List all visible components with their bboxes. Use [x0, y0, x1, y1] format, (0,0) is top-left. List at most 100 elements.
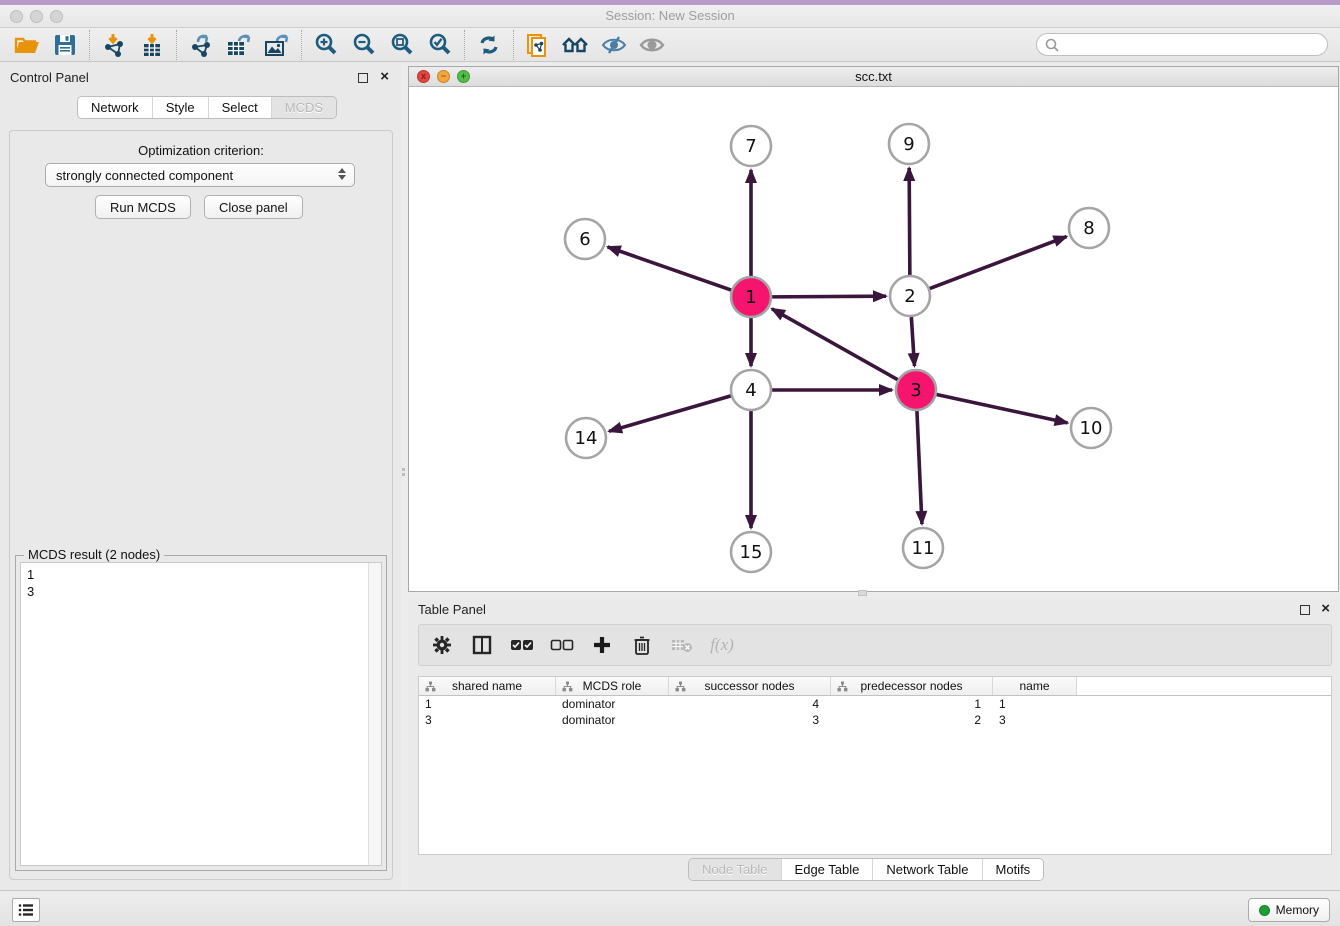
column-header-predecessor-nodes[interactable]: predecessor nodes	[831, 677, 993, 695]
tab-edge-table[interactable]: Edge Table	[781, 859, 873, 880]
zoom-out-button[interactable]	[345, 30, 383, 60]
main-toolbar	[0, 28, 1340, 62]
memory-button[interactable]: Memory	[1248, 898, 1330, 922]
node-table[interactable]: shared name MCDS role	[418, 676, 1332, 855]
column-header-shared-name[interactable]: shared name	[419, 677, 556, 695]
column-header-successor-nodes[interactable]: successor nodes	[669, 677, 831, 695]
graph-node-label: 3	[910, 380, 921, 401]
eye-icon	[638, 33, 666, 57]
columns-icon	[472, 635, 492, 655]
export-network-button[interactable]	[182, 30, 220, 60]
attribute-icon	[562, 681, 573, 692]
unchecked-boxes-icon	[550, 638, 574, 652]
deselect-all-rows-button[interactable]	[549, 632, 575, 658]
search-icon	[1044, 37, 1060, 53]
graph-edge[interactable]	[930, 237, 1067, 289]
export-table-button[interactable]	[220, 30, 258, 60]
cell-predecessor-nodes[interactable]: 2	[831, 712, 993, 728]
search-box[interactable]	[1036, 33, 1328, 56]
graph-edge[interactable]	[608, 247, 732, 290]
cell-successor-nodes[interactable]: 3	[669, 712, 831, 728]
tab-network[interactable]: Network	[78, 97, 152, 118]
vertical-split-handle[interactable]	[402, 466, 406, 478]
graph-edge[interactable]	[772, 309, 898, 380]
cell-shared-name[interactable]: 1	[419, 696, 556, 712]
delete-table-button[interactable]	[669, 632, 695, 658]
close-panel-button[interactable]: Close panel	[204, 195, 303, 219]
cell-mcds-role[interactable]: dominator	[556, 696, 669, 712]
graph-node-label: 11	[912, 538, 935, 559]
cell-predecessor-nodes[interactable]: 1	[831, 696, 993, 712]
task-history-button[interactable]	[12, 898, 40, 922]
mcds-result-textarea[interactable]: 1 3	[20, 562, 382, 866]
dropdown-chevrons-icon	[338, 168, 346, 180]
tab-select[interactable]: Select	[208, 97, 271, 118]
tab-node-table[interactable]: Node Table	[689, 859, 781, 880]
import-network-button[interactable]	[95, 30, 133, 60]
table-panel-close-button[interactable]: ×	[1321, 600, 1330, 618]
delete-column-button[interactable]	[629, 632, 655, 658]
refresh-button[interactable]	[470, 30, 508, 60]
search-input[interactable]	[1060, 36, 1327, 54]
home-button[interactable]	[557, 30, 595, 60]
horizontal-split-handle[interactable]	[858, 590, 867, 596]
cell-shared-name[interactable]: 3	[419, 712, 556, 728]
control-panel-close-button[interactable]: ×	[380, 68, 389, 86]
cell-name[interactable]: 3	[993, 712, 1077, 728]
control-panel-float-button[interactable]	[358, 73, 368, 83]
column-visibility-button[interactable]	[469, 632, 495, 658]
zoom-selected-icon	[427, 32, 453, 58]
save-session-button[interactable]	[46, 30, 84, 60]
run-mcds-button[interactable]: Run MCDS	[95, 195, 191, 219]
open-session-button[interactable]	[8, 30, 46, 60]
graph-edge[interactable]	[917, 411, 922, 524]
hide-panel-button[interactable]	[595, 30, 633, 60]
toolbar-separator	[89, 30, 90, 60]
new-network-from-selection-button[interactable]	[519, 30, 557, 60]
table-row[interactable]: 1 dominator 4 1 1	[419, 696, 1331, 712]
status-bar: Memory	[0, 890, 1340, 926]
graph-edge[interactable]	[909, 168, 910, 275]
network-canvas[interactable]: 7968124314101511	[409, 87, 1338, 591]
zoom-in-button[interactable]	[307, 30, 345, 60]
table-panel-float-button[interactable]	[1300, 605, 1310, 615]
export-image-icon	[263, 32, 291, 58]
checked-boxes-icon	[510, 638, 534, 652]
mcds-result-text: 1 3	[27, 566, 34, 600]
control-panel-tabs: Network Style Select MCDS	[77, 96, 337, 119]
graph-node-label: 15	[740, 542, 763, 563]
graph-edge[interactable]	[911, 317, 914, 366]
zoom-fit-button[interactable]	[383, 30, 421, 60]
toolbar-separator	[301, 30, 302, 60]
add-column-button[interactable]	[589, 632, 615, 658]
cell-successor-nodes[interactable]: 4	[669, 696, 831, 712]
application-window: Session: New Session	[0, 0, 1340, 926]
table-settings-button[interactable]	[429, 632, 455, 658]
zoom-fit-icon	[389, 32, 415, 58]
show-panel-button[interactable]	[633, 30, 671, 60]
column-header-name[interactable]: name	[993, 677, 1077, 695]
cell-mcds-role[interactable]: dominator	[556, 712, 669, 728]
export-image-button[interactable]	[258, 30, 296, 60]
apply-function-button[interactable]: f(x)	[709, 632, 735, 658]
graph-node-label: 1	[745, 287, 756, 308]
cell-name[interactable]: 1	[993, 696, 1077, 712]
titlebar: Session: New Session	[0, 0, 1340, 28]
table-toolbar: f(x)	[418, 624, 1332, 666]
zoom-selected-button[interactable]	[421, 30, 459, 60]
graph-edge[interactable]	[937, 394, 1068, 422]
graph-node-label: 14	[575, 428, 598, 449]
graph-edge[interactable]	[609, 396, 731, 431]
import-table-button[interactable]	[133, 30, 171, 60]
select-all-rows-button[interactable]	[509, 632, 535, 658]
column-header-mcds-role[interactable]: MCDS role	[556, 677, 669, 695]
table-row[interactable]: 3 dominator 3 2 3	[419, 712, 1331, 728]
tab-style[interactable]: Style	[152, 97, 208, 118]
tab-network-table[interactable]: Network Table	[872, 859, 981, 880]
graph-edge[interactable]	[772, 296, 886, 297]
tab-motifs[interactable]: Motifs	[982, 859, 1044, 880]
tab-mcds[interactable]: MCDS	[271, 97, 336, 118]
result-scrollbar[interactable]	[368, 563, 381, 865]
optimization-criterion-dropdown[interactable]: strongly connected component	[45, 163, 355, 187]
graph-node-label: 7	[745, 136, 756, 157]
